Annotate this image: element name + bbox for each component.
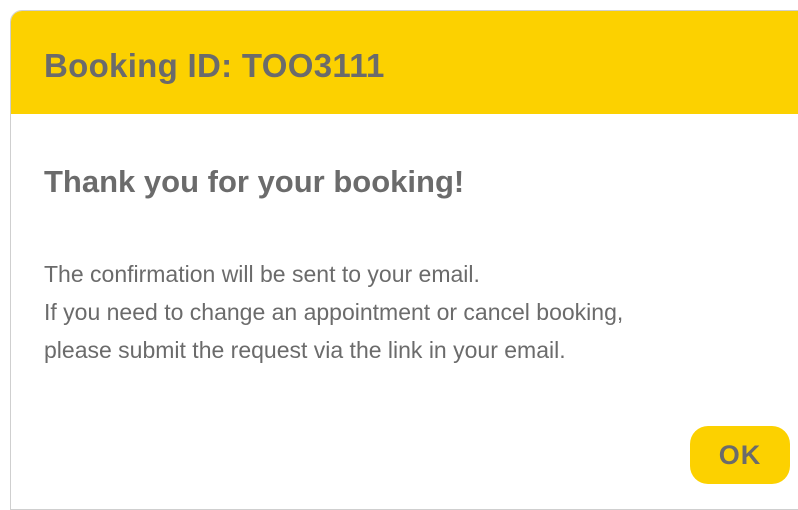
message-line: If you need to change an appointment or … xyxy=(44,299,624,325)
ok-button[interactable]: OK xyxy=(690,426,790,484)
thank-you-heading: Thank you for your booking! xyxy=(44,164,465,199)
message-line: The confirmation will be sent to your em… xyxy=(44,261,480,287)
message-line: please submit the request via the link i… xyxy=(44,337,566,363)
dialog-header: Booking ID: TOO3111 xyxy=(11,11,798,114)
booking-confirmation-dialog: Booking ID: TOO3111 Thank you for your b… xyxy=(10,10,798,510)
confirmation-message: The confirmation will be sent to your em… xyxy=(44,255,623,369)
booking-id-title: Booking ID: TOO3111 xyxy=(44,47,385,84)
